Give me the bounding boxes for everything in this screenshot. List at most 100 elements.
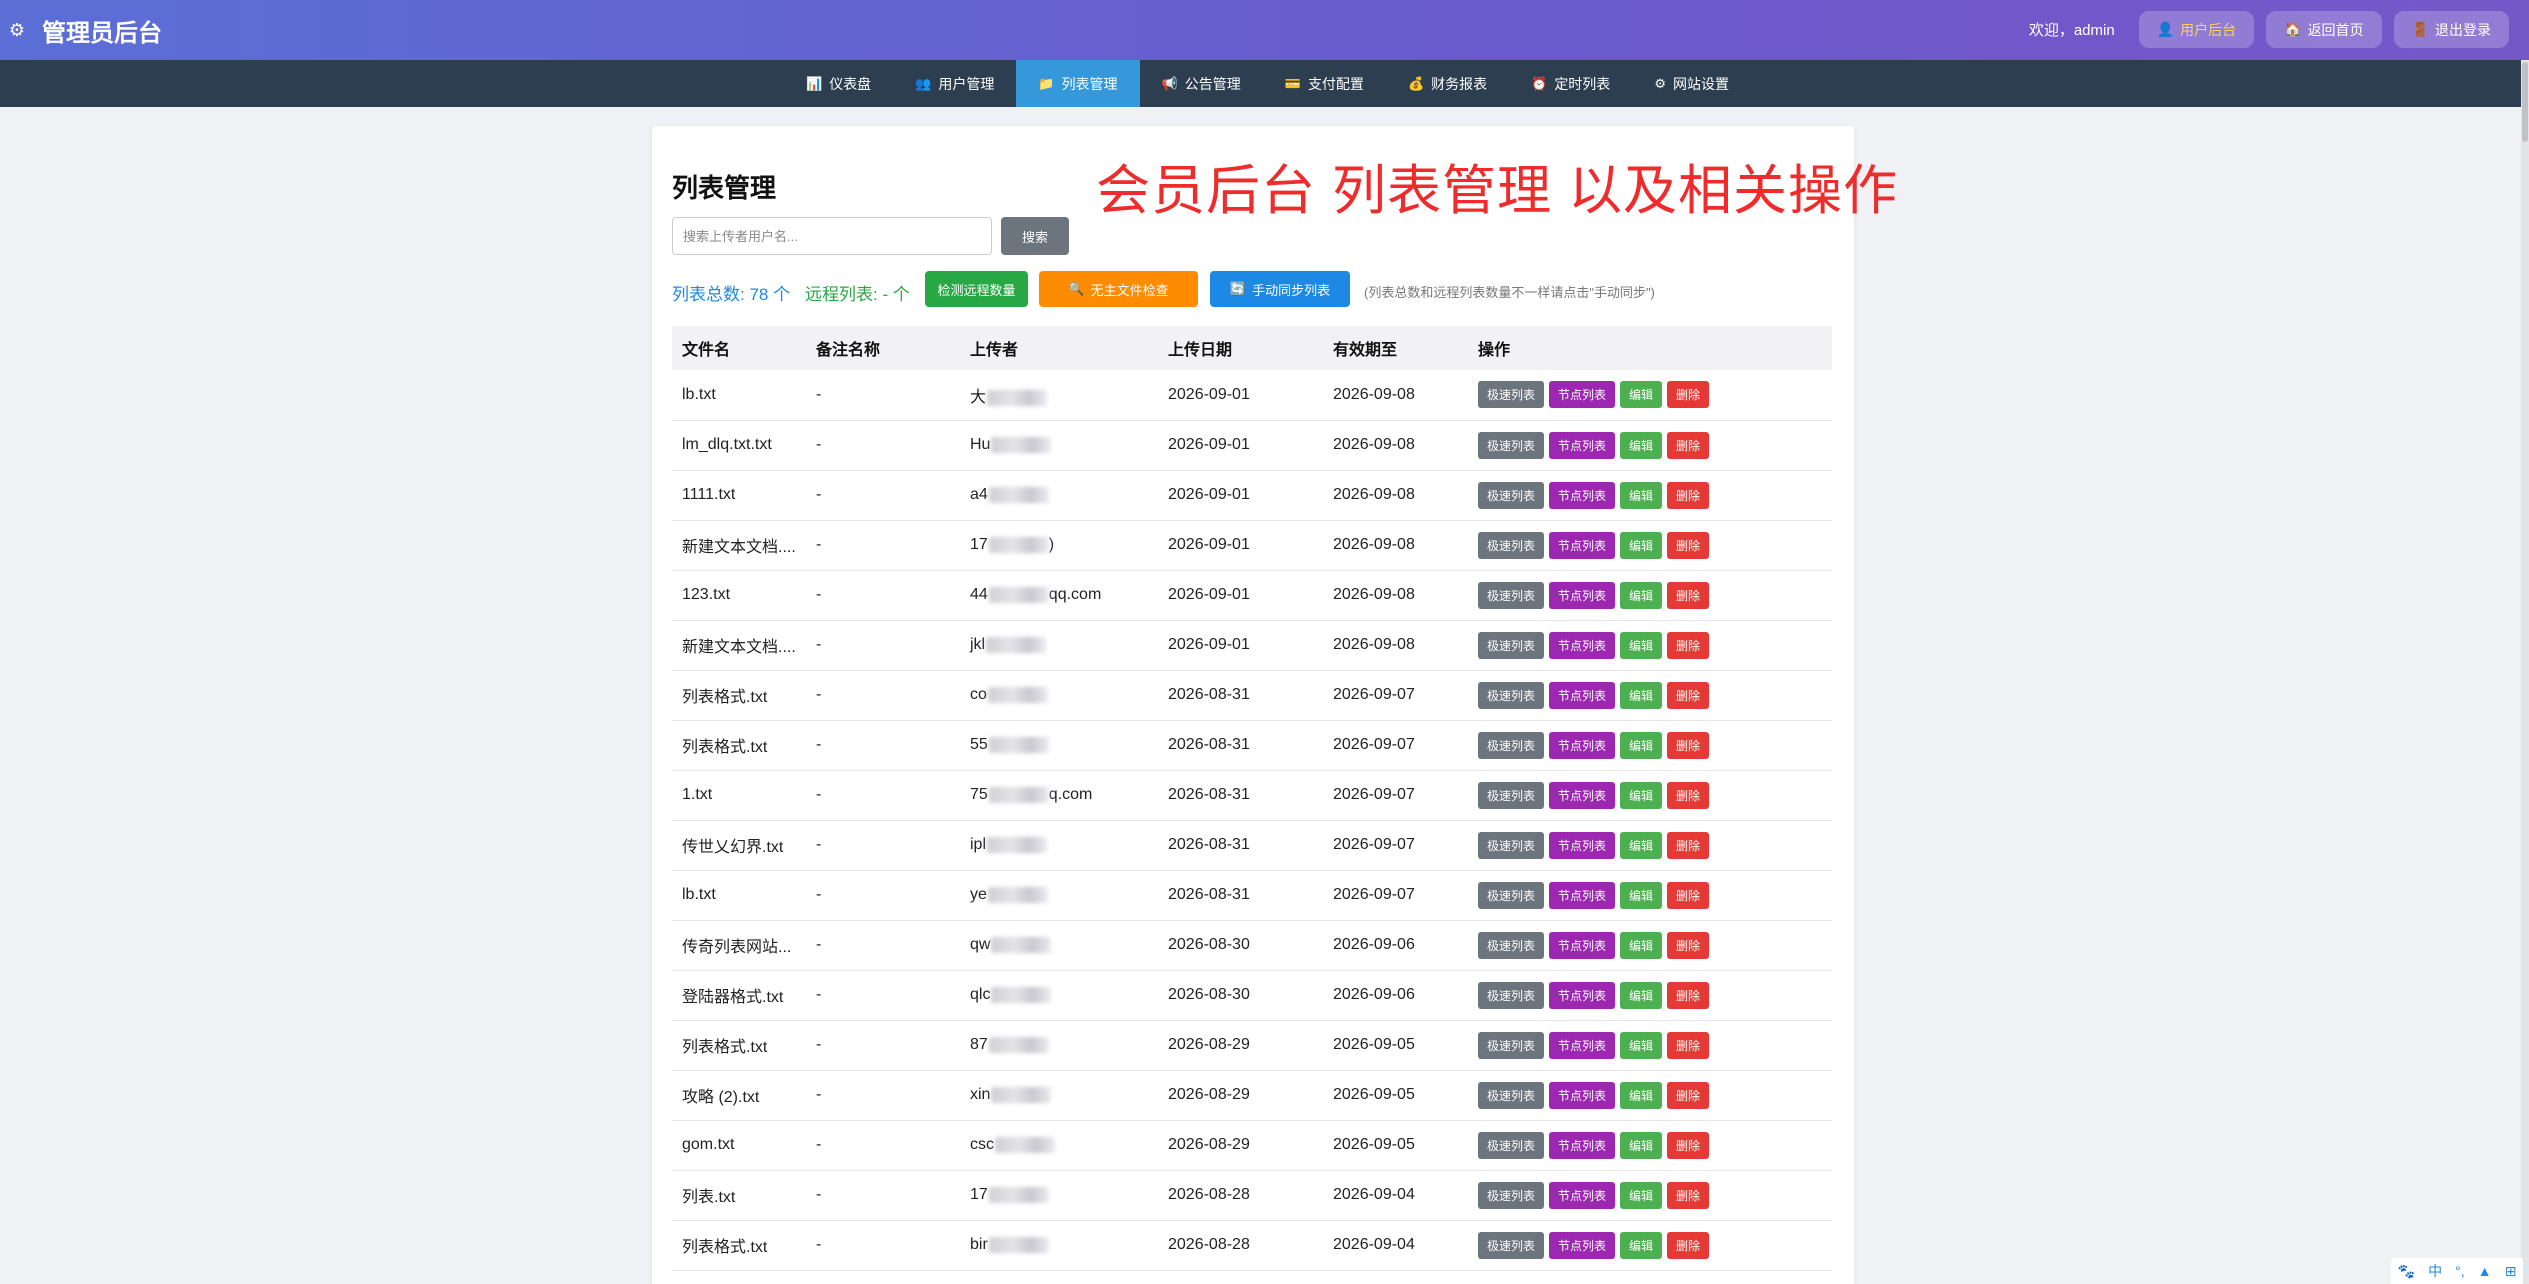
node-list-button[interactable]: 节点列表 [1549, 881, 1616, 909]
fast-list-button[interactable]: 极速列表 [1478, 1181, 1545, 1209]
nav-item-5[interactable]: 💰 财务报表 [1386, 60, 1509, 107]
edit-button[interactable]: 编辑 [1620, 831, 1663, 859]
orphan-check-button[interactable]: 🔍 无主文件检查 [1039, 271, 1198, 307]
sync-button[interactable]: 🔄 手动同步列表 [1210, 271, 1350, 307]
delete-button[interactable]: 删除 [1667, 1231, 1710, 1259]
fast-list-button[interactable]: 极速列表 [1478, 481, 1545, 509]
fast-list-button[interactable]: 极速列表 [1478, 731, 1545, 759]
delete-button[interactable]: 删除 [1667, 731, 1710, 759]
edit-button[interactable]: 编辑 [1620, 731, 1663, 759]
node-list-button[interactable]: 节点列表 [1549, 1231, 1616, 1259]
edit-button[interactable]: 编辑 [1620, 631, 1663, 659]
node-list-button[interactable]: 节点列表 [1549, 631, 1616, 659]
fast-list-button[interactable]: 极速列表 [1478, 431, 1545, 459]
edit-button[interactable]: 编辑 [1620, 881, 1663, 909]
node-list-button[interactable]: 节点列表 [1549, 981, 1616, 1009]
sync-icon: 🔄 [1229, 281, 1247, 296]
fast-list-button[interactable]: 极速列表 [1478, 981, 1545, 1009]
fast-list-button[interactable]: 极速列表 [1478, 1031, 1545, 1059]
edit-button[interactable]: 编辑 [1620, 581, 1663, 609]
keyboard-icon[interactable]: ▲ [2478, 1263, 2492, 1279]
nav-item-1[interactable]: 👥 用户管理 [893, 60, 1016, 107]
logout-button[interactable]: 🚪 退出登录 [2393, 11, 2509, 48]
fast-list-button[interactable]: 极速列表 [1478, 1231, 1545, 1259]
fast-list-button[interactable]: 极速列表 [1478, 781, 1545, 809]
delete-button[interactable]: 删除 [1667, 481, 1710, 509]
delete-button[interactable]: 删除 [1667, 581, 1710, 609]
node-list-button[interactable]: 节点列表 [1549, 731, 1616, 759]
fast-list-button[interactable]: 极速列表 [1478, 531, 1545, 559]
delete-button[interactable]: 删除 [1667, 781, 1710, 809]
cell-actions: 极速列表 节点列表 编辑 删除 [1468, 720, 1832, 771]
nav-item-0[interactable]: 📊 仪表盘 [784, 60, 893, 107]
fast-list-button[interactable]: 极速列表 [1478, 381, 1545, 409]
edit-button[interactable]: 编辑 [1620, 431, 1663, 459]
back-home-button[interactable]: 🏠 返回首页 [2266, 11, 2382, 48]
node-list-button[interactable]: 节点列表 [1549, 581, 1616, 609]
node-list-button[interactable]: 节点列表 [1549, 1131, 1616, 1159]
delete-button[interactable]: 删除 [1667, 381, 1710, 409]
punctuation-icon[interactable]: °, [2455, 1263, 2465, 1279]
fast-list-button[interactable]: 极速列表 [1478, 1081, 1545, 1109]
search-button[interactable]: 搜索 [1001, 217, 1069, 255]
node-list-button[interactable]: 节点列表 [1549, 481, 1616, 509]
delete-button[interactable]: 删除 [1667, 1031, 1710, 1059]
delete-button[interactable]: 删除 [1667, 881, 1710, 909]
edit-button[interactable]: 编辑 [1620, 781, 1663, 809]
node-list-button[interactable]: 节点列表 [1549, 781, 1616, 809]
nav-item-3[interactable]: 📢 公告管理 [1140, 60, 1263, 107]
edit-button[interactable]: 编辑 [1620, 1181, 1663, 1209]
fast-list-button[interactable]: 极速列表 [1478, 1131, 1545, 1159]
nav-item-7[interactable]: ⚙ 网站设置 [1632, 60, 1751, 107]
node-list-button[interactable]: 节点列表 [1549, 1181, 1616, 1209]
delete-button[interactable]: 删除 [1667, 431, 1710, 459]
grid-icon[interactable]: ⊞ [2505, 1263, 2517, 1280]
fast-list-button[interactable]: 极速列表 [1478, 631, 1545, 659]
node-list-button[interactable]: 节点列表 [1549, 531, 1616, 559]
delete-button[interactable]: 删除 [1667, 1081, 1710, 1109]
delete-button[interactable]: 删除 [1667, 981, 1710, 1009]
delete-button[interactable]: 删除 [1667, 1131, 1710, 1159]
edit-button[interactable]: 编辑 [1620, 1031, 1663, 1059]
nav-item-2[interactable]: 📁 列表管理 [1016, 60, 1140, 107]
table-row: 123.txt -44 qq.com 2026-09-01 2026-09-08 极速列表… [672, 570, 1832, 621]
edit-button[interactable]: 编辑 [1620, 531, 1663, 559]
node-list-button[interactable]: 节点列表 [1549, 831, 1616, 859]
edit-button[interactable]: 编辑 [1620, 1081, 1663, 1109]
fast-list-button[interactable]: 极速列表 [1478, 931, 1545, 959]
delete-button[interactable]: 删除 [1667, 531, 1710, 559]
logout-label: 退出登录 [2435, 21, 2491, 38]
node-list-button[interactable]: 节点列表 [1549, 1081, 1616, 1109]
user-center-button[interactable]: 👤 用户后台 [2138, 11, 2255, 48]
delete-button[interactable]: 删除 [1667, 931, 1710, 959]
node-list-button[interactable]: 节点列表 [1549, 931, 1616, 959]
node-list-button[interactable]: 节点列表 [1549, 381, 1616, 409]
page-scrollbar[interactable] [2521, 60, 2529, 1284]
search-input[interactable] [672, 217, 992, 255]
node-list-button[interactable]: 节点列表 [1549, 1031, 1616, 1059]
delete-button[interactable]: 删除 [1667, 1181, 1710, 1209]
edit-button[interactable]: 编辑 [1620, 681, 1663, 709]
check-remote-button[interactable]: 检测远程数量 [925, 271, 1028, 307]
fast-list-button[interactable]: 极速列表 [1478, 831, 1545, 859]
nav-item-4[interactable]: 💳 支付配置 [1263, 60, 1386, 107]
edit-button[interactable]: 编辑 [1620, 1131, 1663, 1159]
fast-list-button[interactable]: 极速列表 [1478, 581, 1545, 609]
delete-button[interactable]: 删除 [1667, 831, 1710, 859]
node-list-button[interactable]: 节点列表 [1549, 681, 1616, 709]
delete-button[interactable]: 删除 [1667, 681, 1710, 709]
edit-button[interactable]: 编辑 [1620, 381, 1663, 409]
fast-list-button[interactable]: 极速列表 [1478, 681, 1545, 709]
edit-button[interactable]: 编辑 [1620, 981, 1663, 1009]
node-list-button[interactable]: 节点列表 [1549, 431, 1616, 459]
nav-item-6[interactable]: ⏰ 定时列表 [1509, 60, 1632, 107]
edit-button[interactable]: 编辑 [1620, 481, 1663, 509]
table-row: lb.txt - 大 2026-09-01 2026-09-08 极速列表 节点列表 编辑 删除 [672, 370, 1832, 421]
scrollbar-thumb[interactable] [2522, 62, 2528, 142]
ime-lang[interactable]: 中 [2428, 1261, 2442, 1281]
delete-button[interactable]: 删除 [1667, 631, 1710, 659]
edit-button[interactable]: 编辑 [1620, 931, 1663, 959]
fast-list-button[interactable]: 极速列表 [1478, 881, 1545, 909]
ime-icon[interactable]: 🐾 [2398, 1263, 2415, 1280]
edit-button[interactable]: 编辑 [1620, 1231, 1663, 1259]
